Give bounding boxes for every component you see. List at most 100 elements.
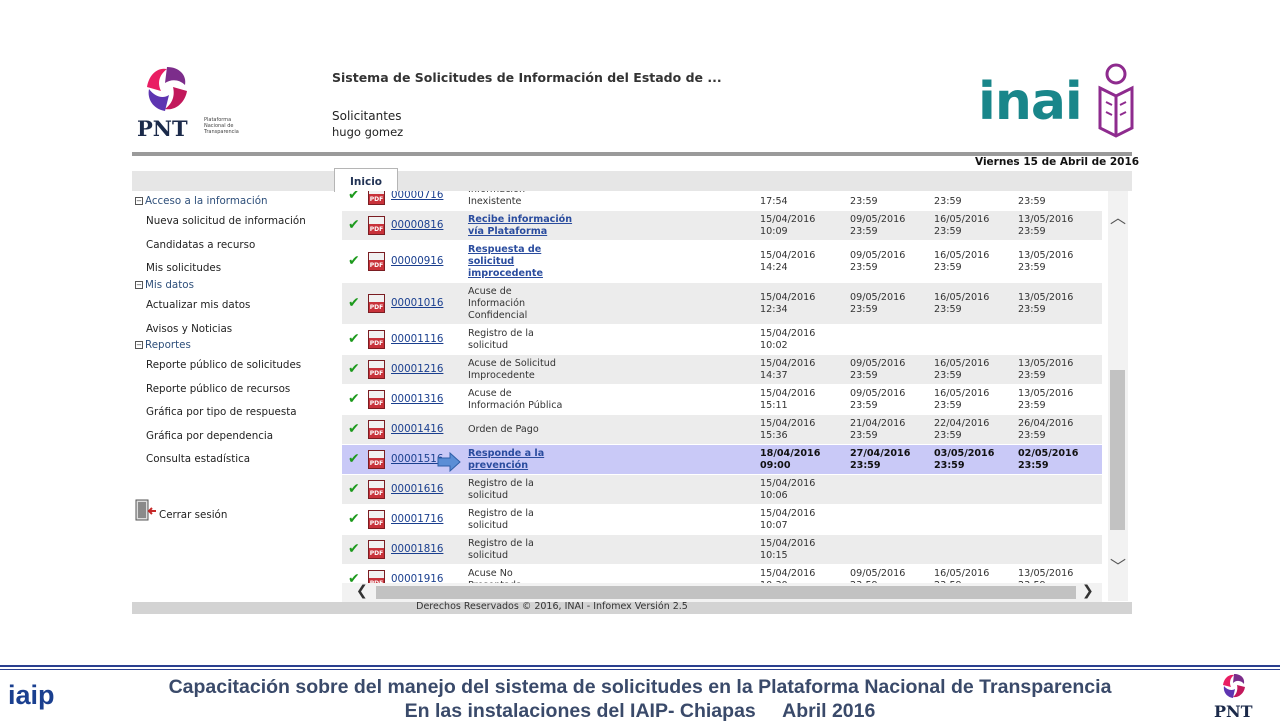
table-row[interactable]: ✔ PDF 00000916 Respuesta de solicitud improce… [342,241,1102,283]
table-row[interactable]: ✔ PDF 00001416 Orden de Pago 15/04/2016 15:36… [342,415,1102,445]
response-link[interactable]: Recibe información vía Plataforma [468,214,588,238]
sidebar-item-mis-solicitudes[interactable]: Mis solicitudes [146,262,221,274]
scroll-down-icon[interactable]: ﹀ [1110,553,1126,577]
date-cell: 09/05/201623:59 [850,388,906,411]
check-icon: ✔ [348,217,360,233]
date-cell: 15/04/2016 15:36 [760,418,816,441]
table-row[interactable]: ✔ PDF 00000716 InformaciónInexistente 17:54 2… [342,191,1102,211]
tab-inicio[interactable]: Inicio [334,168,398,192]
check-icon: ✔ [348,295,360,311]
response-link[interactable]: Responde a la prevención [468,448,588,472]
response-text: Acuse de Información Confidencial [468,286,528,321]
pdf-icon[interactable]: PDF [368,216,385,235]
folio-link[interactable]: 00000916 [391,255,443,267]
date-cell: 16/05/201623:59 [934,250,990,273]
vertical-scroll-thumb[interactable] [1110,370,1125,530]
table-row[interactable]: ✔ PDF 00001016 Acuse de Información Confidenc… [342,283,1102,325]
folio-link[interactable]: 00001716 [391,513,443,525]
check-icon: ✔ [348,253,360,269]
response-text: InformaciónInexistente [468,191,525,207]
slide-divider [0,669,1280,670]
sidebar-section-reportes[interactable]: − Reportes [135,339,191,351]
pdf-icon[interactable]: PDF [368,360,385,379]
check-icon: ✔ [348,391,360,407]
date-cell: 13/05/201623:59 [1018,292,1074,315]
table-row[interactable]: ✔ PDF 00001116 Registro de la solicitud 15/04… [342,325,1102,355]
date-cell: 15/04/2016 10:15 [760,538,816,561]
sidebar-section-mis-datos[interactable]: − Mis datos [135,279,194,291]
scroll-right-icon[interactable]: ❯ [1082,583,1094,599]
sidebar-item-avisos[interactable]: Avisos y Noticias [146,323,232,335]
response-text: Registro de la solicitud [468,328,534,351]
folio-link[interactable]: 00001316 [391,393,443,405]
date-cell: 13/05/201623:59 [1018,250,1074,273]
sidebar-section-acceso[interactable]: − Acceso a la información [135,195,268,207]
pdf-icon[interactable]: PDF [368,330,385,349]
folio-link[interactable]: 00001216 [391,363,443,375]
sidebar-item-grafica-respuesta[interactable]: Gráfica por tipo de respuesta [146,406,297,418]
sidebar-item-nueva-solicitud[interactable]: Nueva solicitud de información [146,215,306,227]
sidebar-item-reporte-solicitudes[interactable]: Reporte público de solicitudes [146,359,301,371]
username: hugo gomez [332,125,404,139]
table-row[interactable]: ✔ PDF 00001616 Registro de la solicitud 15/04… [342,475,1102,505]
date-cell: 13/05/201623:59 [1018,214,1074,237]
response-text: Registro de la solicitud [468,538,534,561]
date-cell: 09/05/201623:59 [850,250,906,273]
folio-link[interactable]: 00001616 [391,483,443,495]
sidebar-section-label: Reportes [145,339,191,351]
folio-link[interactable]: 00001816 [391,543,443,555]
response-text: Orden de Pago [468,424,539,435]
folio-link[interactable]: 00001016 [391,297,443,309]
sidebar-item-candidatas[interactable]: Candidatas a recurso [146,239,255,251]
pdf-icon[interactable]: PDF [368,191,385,205]
requests-table: ✔ PDF 00000716 InformaciónInexistente 17:54 2… [342,191,1102,601]
date-cell: 09/05/201623:59 [850,292,906,315]
date-cell: 23:59 [934,196,962,207]
table-row[interactable]: ✔ PDF 00001816 Registro de la solicitud 15/04… [342,535,1102,565]
iaip-logo: iaip [8,680,55,710]
sidebar-item-reporte-recursos[interactable]: Reporte público de recursos [146,383,290,395]
check-icon: ✔ [348,451,360,467]
pdf-icon[interactable]: PDF [368,252,385,271]
pdf-icon[interactable]: PDF [368,420,385,439]
date-cell: 27/04/2016 23:59 [850,448,911,471]
check-icon: ✔ [348,191,360,203]
pdf-icon[interactable]: PDF [368,540,385,559]
pdf-icon[interactable]: PDF [368,450,385,469]
table-row[interactable]: ✔ PDF 00001216 Acuse de Solicitud Improceden… [342,355,1102,385]
sidebar-item-actualizar-datos[interactable]: Actualizar mis datos [146,299,250,311]
logout-icon[interactable] [135,499,157,521]
inai-logo-icon [1098,63,1134,138]
pdf-icon[interactable]: PDF [368,510,385,529]
table-row[interactable]: ✔ PDF 00001316 Acuse de Información Pública 1… [342,385,1102,415]
logout-link[interactable]: Cerrar sesión [159,509,227,521]
folio-link[interactable]: 00000816 [391,219,443,231]
sidebar-item-grafica-dependencia[interactable]: Gráfica por dependencia [146,430,273,442]
current-date: Viernes 15 de Abril de 2016 [975,156,1140,168]
date-cell: 16/05/201623:59 [934,214,990,237]
pdf-icon[interactable]: PDF [368,294,385,313]
response-text: Acuse de Información Pública [468,388,563,411]
response-link[interactable]: Respuesta de solicitud improcedente [468,244,588,280]
collapse-icon: − [135,197,143,205]
sidebar-item-consulta-estadistica[interactable]: Consulta estadística [146,453,250,465]
table-row[interactable]: ✔ PDF 00000816 Recibe información vía Plataf… [342,211,1102,241]
check-icon: ✔ [348,541,360,557]
scroll-left-icon[interactable]: ❮ [356,583,368,599]
response-text: Registro de la solicitud [468,478,534,501]
sidebar-section-label: Mis datos [145,279,194,291]
folio-link[interactable]: 00000716 [391,191,443,201]
pdf-icon[interactable]: PDF [368,480,385,499]
horizontal-scroll-thumb[interactable] [376,586,1076,599]
pnt-logo-text: PNT [137,116,188,141]
date-cell: 16/05/201623:59 [934,388,990,411]
folio-link[interactable]: 00001416 [391,423,443,435]
scroll-up-icon[interactable]: ︿ [1110,204,1126,228]
system-title: Sistema de Solicitudes de Información de… [332,70,722,85]
folio-link[interactable]: 00001116 [391,333,443,345]
check-icon: ✔ [348,511,360,527]
folio-link[interactable]: 00001516 [391,453,443,465]
date-cell: 03/05/2016 23:59 [934,448,995,471]
table-row[interactable]: ✔ PDF 00001716 Registro de la solicitud 15/04… [342,505,1102,535]
pdf-icon[interactable]: PDF [368,390,385,409]
